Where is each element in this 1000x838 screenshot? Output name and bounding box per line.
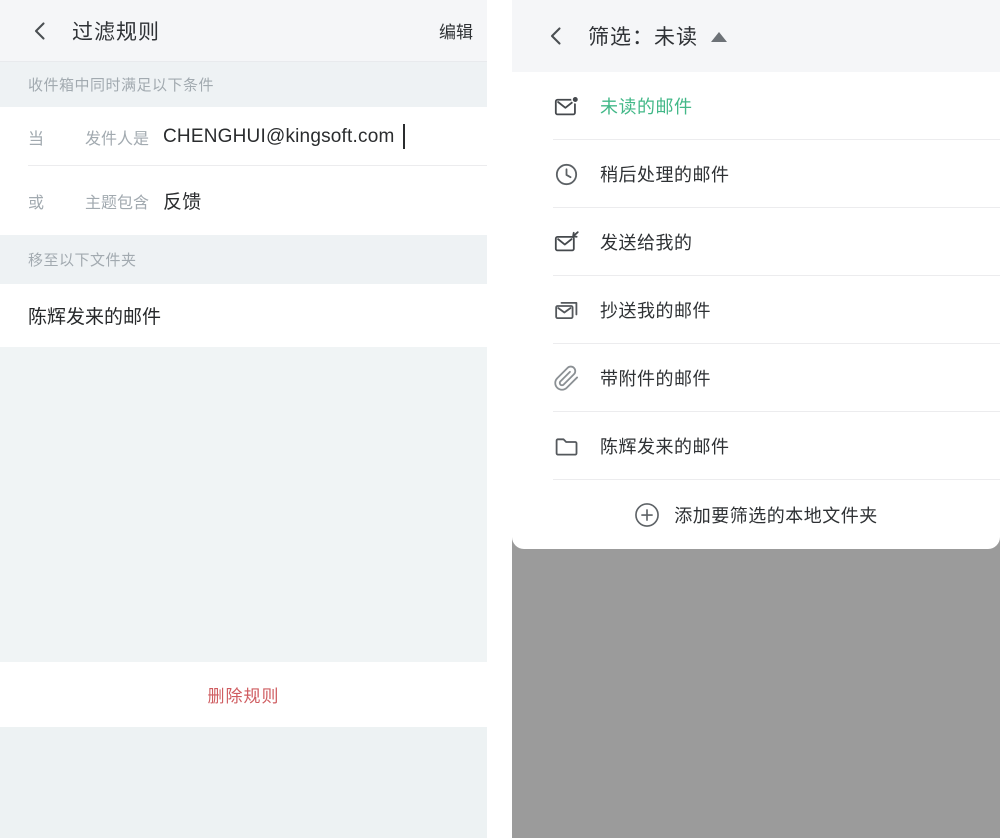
- text-cursor: [403, 124, 405, 149]
- add-local-folder-button[interactable]: 添加要筛选的本地文件夹: [512, 480, 1000, 549]
- condition-prefix: 或: [28, 189, 85, 213]
- delete-rule-label: 删除规则: [208, 682, 280, 707]
- mail-cc-icon: [553, 297, 580, 324]
- filter-item-folder-chenhui[interactable]: 陈辉发来的邮件: [512, 412, 1000, 480]
- mail-unread-icon: [553, 93, 580, 120]
- filter-title: 筛选：未读: [588, 21, 698, 51]
- filter-dropdown-panel: 筛选：未读 未读的邮件: [512, 0, 1000, 838]
- filter-item-attachments[interactable]: 带附件的邮件: [512, 344, 1000, 412]
- target-folder-row[interactable]: 陈辉发来的邮件: [0, 284, 487, 347]
- filter-item-unread[interactable]: 未读的邮件: [512, 72, 1000, 140]
- move-section-header: 移至以下文件夹: [0, 235, 487, 284]
- condition-row-subject[interactable]: 或 主题包含 反馈: [0, 166, 487, 235]
- screen: 过滤规则 编辑 收件箱中同时满足以下条件 当 发件人是 CHENGHUI@kin…: [0, 0, 1000, 838]
- filter-rule-header: 过滤规则 编辑: [0, 0, 487, 62]
- conditions-section-header: 收件箱中同时满足以下条件: [0, 62, 487, 107]
- paperclip-icon: [553, 365, 580, 392]
- chevron-left-icon: [29, 19, 53, 43]
- filter-item-label: 带附件的邮件: [600, 365, 711, 391]
- filter-dropdown-header: 筛选：未读: [512, 0, 1000, 72]
- mail-sent-to-me-icon: [553, 229, 580, 256]
- filter-item-label: 陈辉发来的邮件: [600, 433, 730, 459]
- clock-icon: [553, 161, 580, 188]
- left-panel-bottom-spacer: [0, 727, 487, 838]
- plus-circle-icon: [634, 502, 660, 528]
- folder-icon: [553, 433, 580, 460]
- filter-item-label: 稍后处理的邮件: [600, 161, 730, 187]
- add-local-folder-label: 添加要筛选的本地文件夹: [674, 502, 878, 528]
- condition-prefix: 当: [28, 125, 85, 149]
- filter-item-label: 抄送我的邮件: [600, 297, 711, 323]
- condition-row-sender[interactable]: 当 发件人是 CHENGHUI@kingsoft.com: [0, 107, 487, 166]
- sender-value[interactable]: CHENGHUI@kingsoft.com: [163, 126, 394, 148]
- filter-item-label: 未读的邮件: [600, 93, 693, 119]
- filter-rule-panel: 过滤规则 编辑 收件箱中同时满足以下条件 当 发件人是 CHENGHUI@kin…: [0, 0, 487, 838]
- condition-field: 发件人是: [85, 125, 149, 149]
- dimmed-background-overlay[interactable]: [512, 535, 1000, 838]
- page-title: 过滤规则: [72, 16, 160, 46]
- filter-item-later[interactable]: 稍后处理的邮件: [512, 140, 1000, 208]
- back-button[interactable]: [542, 21, 572, 51]
- filter-item-cc-me[interactable]: 抄送我的邮件: [512, 276, 1000, 344]
- triangle-up-icon: [711, 32, 727, 42]
- filter-options-sheet: 未读的邮件 稍后处理的邮件: [512, 72, 1000, 549]
- delete-rule-button[interactable]: 删除规则: [0, 662, 487, 727]
- edit-button[interactable]: 编辑: [437, 14, 475, 47]
- chevron-left-icon: [545, 24, 569, 48]
- left-panel-spacer: [0, 347, 487, 662]
- divider: [553, 479, 1000, 480]
- filter-item-sent-to-me[interactable]: 发送给我的: [512, 208, 1000, 276]
- back-button[interactable]: [26, 16, 56, 46]
- filter-title-dropdown-toggle[interactable]: 筛选：未读: [588, 21, 727, 51]
- condition-field: 主题包含: [85, 189, 149, 213]
- subject-value[interactable]: 反馈: [163, 187, 201, 214]
- filter-item-label: 发送给我的: [600, 229, 693, 255]
